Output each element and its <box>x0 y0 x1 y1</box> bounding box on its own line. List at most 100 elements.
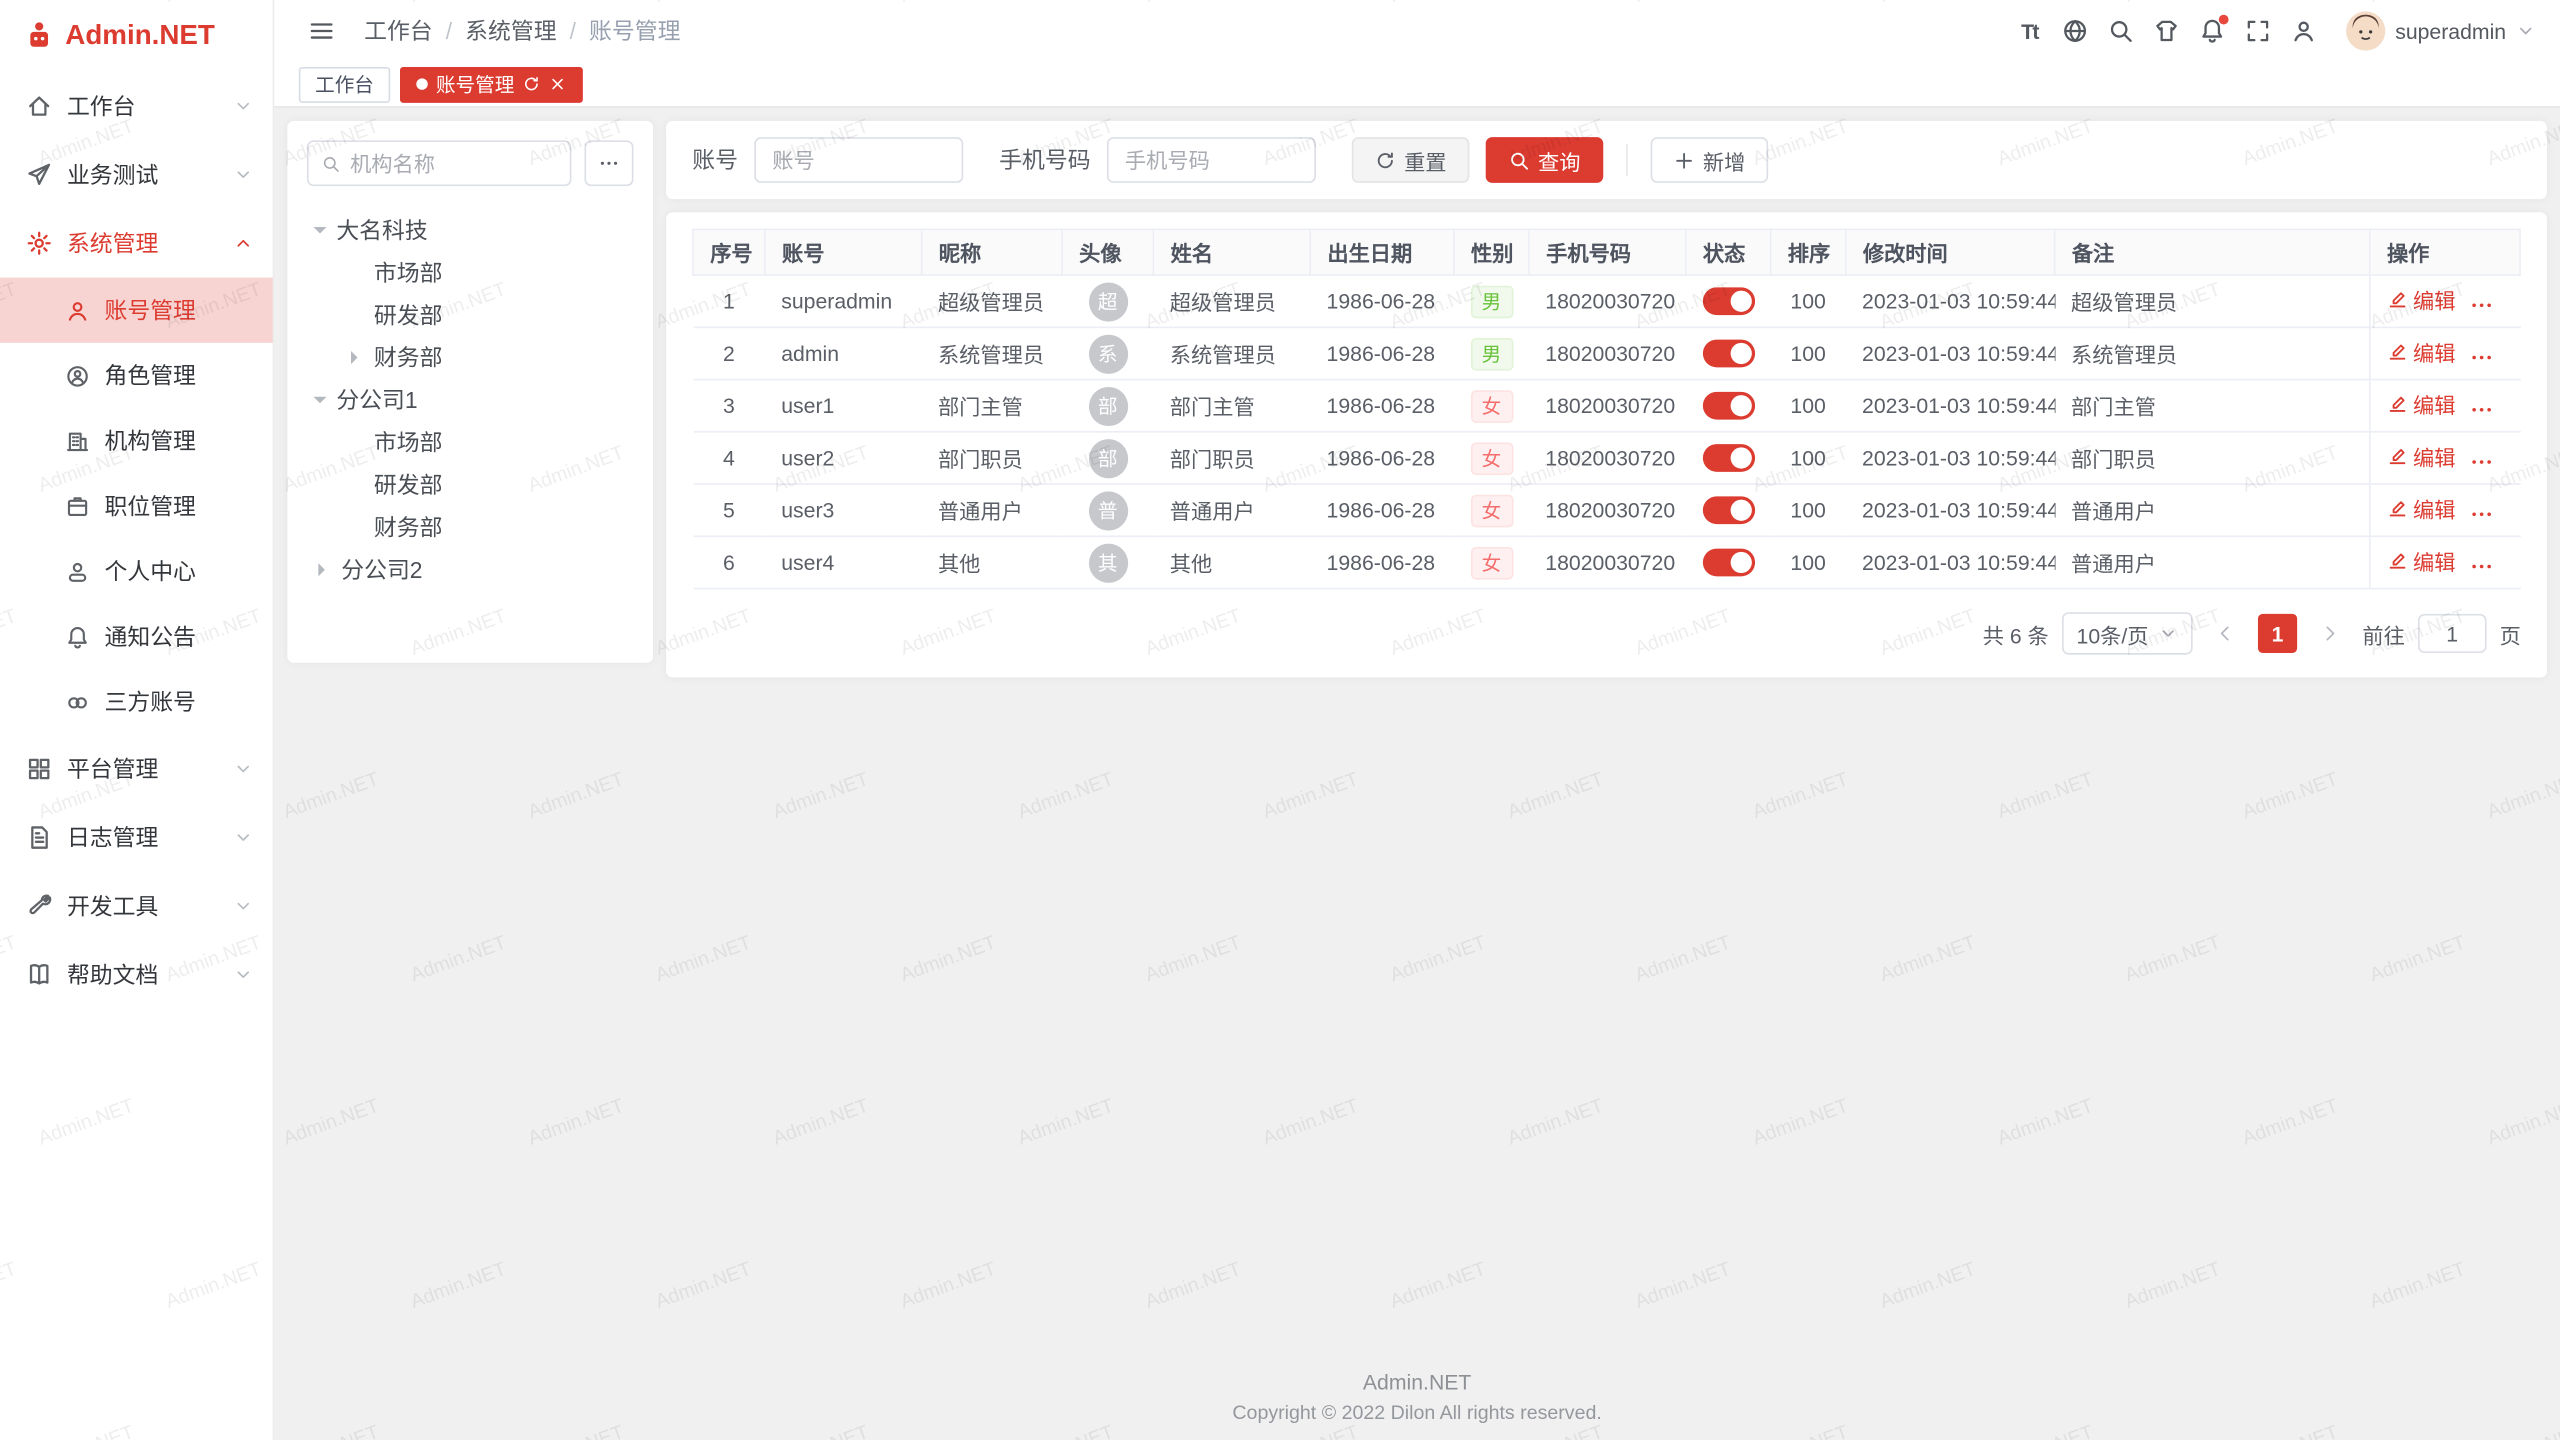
gender-badge: 女 <box>1470 442 1512 475</box>
more-actions-button[interactable] <box>2469 501 2495 527</box>
edit-icon <box>2387 394 2408 415</box>
tree-node[interactable]: 市场部 <box>307 421 634 463</box>
caret-down-icon[interactable] <box>313 227 326 240</box>
tree-node[interactable]: 大名科技 <box>307 209 634 251</box>
more-actions-button[interactable] <box>2469 292 2495 318</box>
tab[interactable]: 账号管理 <box>400 66 583 102</box>
edit-button[interactable]: 编辑 <box>2387 493 2456 524</box>
cell-no: 4 <box>693 432 765 484</box>
user-menu[interactable]: superadmin <box>2346 11 2535 50</box>
sidebar-item-workbench[interactable]: 工作台 <box>0 72 273 141</box>
tree-node[interactable]: 市场部 <box>307 251 634 293</box>
caret-down-icon[interactable] <box>313 397 326 410</box>
cell-status <box>1686 484 1771 536</box>
cell-nickname: 部门主管 <box>922 380 1062 432</box>
sidebar-item-label: 机构管理 <box>104 424 195 457</box>
goto-page-input[interactable] <box>2418 614 2487 653</box>
edit-button[interactable]: 编辑 <box>2387 389 2456 420</box>
font-size-icon[interactable]: Tt <box>2007 8 2053 54</box>
sidebar-item-system-mgmt[interactable]: 系统管理 <box>0 209 273 278</box>
main-area: 工作台/系统管理/账号管理 Tt superadmin 工作台账号管理 <box>274 0 2560 1440</box>
search-button[interactable]: 查询 <box>1486 137 1604 183</box>
more-actions-button[interactable] <box>2469 449 2495 475</box>
status-toggle[interactable] <box>1702 287 1754 315</box>
tree-node[interactable]: 分公司1 <box>307 379 634 421</box>
cell-gender: 男 <box>1454 275 1529 327</box>
column-header: 修改时间 <box>1846 229 2055 275</box>
sidebar-item-third-account[interactable]: 三方账号 <box>0 669 273 734</box>
edit-button[interactable]: 编辑 <box>2387 546 2456 577</box>
header-actions: Tt <box>2007 8 2327 54</box>
breadcrumb-item[interactable]: 系统管理 <box>465 15 556 48</box>
notification-icon[interactable] <box>2189 8 2235 54</box>
sidebar-item-platform-mgmt[interactable]: 平台管理 <box>0 735 273 804</box>
search-icon[interactable] <box>2098 8 2144 54</box>
profile-icon[interactable] <box>2281 8 2327 54</box>
tree-node-label: 财务部 <box>374 511 443 544</box>
reset-button[interactable]: 重置 <box>1352 137 1470 183</box>
edit-button[interactable]: 编辑 <box>2387 441 2456 472</box>
prev-page-button[interactable] <box>2206 614 2245 653</box>
tree-node[interactable]: 财务部 <box>307 336 634 378</box>
edit-button[interactable]: 编辑 <box>2387 284 2456 315</box>
caret-right-icon[interactable] <box>318 563 331 576</box>
locale-icon[interactable] <box>2052 8 2098 54</box>
cell-modified-time: 2023-01-03 10:59:44 <box>1846 380 2055 432</box>
chevron-down-icon <box>233 965 253 985</box>
more-actions-button[interactable] <box>2469 344 2495 370</box>
app-logo[interactable]: Admin.NET <box>0 0 273 72</box>
status-toggle[interactable] <box>1702 340 1754 368</box>
sidebar-item-position-mgmt[interactable]: 职位管理 <box>0 473 273 538</box>
cell-actions: 编辑 <box>2370 536 2520 588</box>
bell-icon <box>65 624 89 648</box>
add-button[interactable]: 新增 <box>1651 137 1769 183</box>
column-header: 备注 <box>2055 229 2370 275</box>
table-row: 3user1部门主管部部门主管1986-06-28女18020030720100… <box>693 380 2520 432</box>
tree-node[interactable]: 研发部 <box>307 294 634 336</box>
more-actions-button[interactable] <box>2469 396 2495 422</box>
edit-button[interactable]: 编辑 <box>2387 337 2456 368</box>
cell-modified-time: 2023-01-03 10:59:44 <box>1846 536 2055 588</box>
cell-modified-time: 2023-01-03 10:59:44 <box>1846 275 2055 327</box>
page-1-button[interactable]: 1 <box>2258 614 2297 653</box>
column-header: 序号 <box>693 229 765 275</box>
sidebar-item-help-docs[interactable]: 帮助文档 <box>0 940 273 1009</box>
next-page-button[interactable] <box>2310 614 2349 653</box>
sidebar-item-account-mgmt[interactable]: 账号管理 <box>0 278 273 343</box>
profile-icon <box>65 559 89 583</box>
tree-node[interactable]: 分公司2 <box>307 549 634 591</box>
status-toggle[interactable] <box>1702 549 1754 577</box>
sidebar-item-role-mgmt[interactable]: 角色管理 <box>0 343 273 408</box>
cell-phone: 18020030720 <box>1529 380 1686 432</box>
column-header: 性别 <box>1454 229 1529 275</box>
status-toggle[interactable] <box>1702 444 1754 472</box>
tree-node[interactable]: 财务部 <box>307 506 634 548</box>
hamburger-icon[interactable] <box>299 8 345 54</box>
sidebar-item-log-mgmt[interactable]: 日志管理 <box>0 803 273 872</box>
more-actions-button[interactable] <box>2469 553 2495 579</box>
tree-node[interactable]: 研发部 <box>307 464 634 506</box>
fullscreen-icon[interactable] <box>2235 8 2281 54</box>
chevron-down-icon <box>233 896 253 916</box>
status-toggle[interactable] <box>1702 496 1754 524</box>
tab[interactable]: 工作台 <box>299 66 390 102</box>
cell-no: 5 <box>693 484 765 536</box>
sidebar-item-org-mgmt[interactable]: 机构管理 <box>0 408 273 473</box>
sidebar-item-notice[interactable]: 通知公告 <box>0 604 273 669</box>
page-size-select[interactable]: 10条/页 <box>2062 612 2193 654</box>
username: superadmin <box>2395 19 2506 43</box>
tab-refresh-icon[interactable] <box>523 75 541 93</box>
org-search-input[interactable] <box>350 151 557 175</box>
account-filter-input[interactable] <box>754 137 963 183</box>
org-more-button[interactable] <box>584 140 633 186</box>
caret-right-icon[interactable] <box>351 351 364 364</box>
tab-close-icon[interactable] <box>549 75 567 93</box>
phone-filter-input[interactable] <box>1107 137 1316 183</box>
sidebar-item-personal-center[interactable]: 个人中心 <box>0 539 273 604</box>
breadcrumb-item[interactable]: 工作台 <box>364 15 433 48</box>
theme-icon[interactable] <box>2144 8 2190 54</box>
sidebar-item-dev-tools[interactable]: 开发工具 <box>0 872 273 941</box>
status-toggle[interactable] <box>1702 392 1754 420</box>
org-tree: 大名科技市场部研发部财务部分公司1市场部研发部财务部分公司2 <box>307 209 634 591</box>
sidebar-item-business-test[interactable]: 业务测试 <box>0 140 273 209</box>
